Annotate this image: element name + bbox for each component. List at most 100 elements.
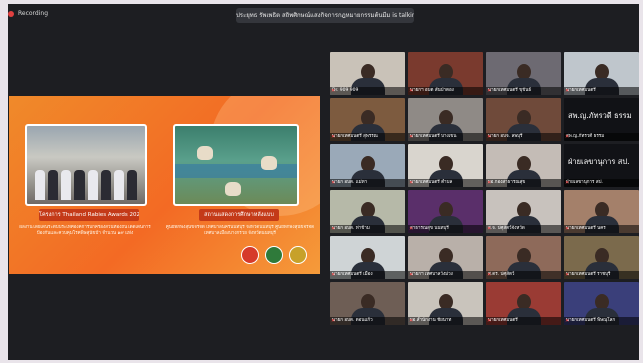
participant-tile[interactable]: สาธารณสุข นนทบุรี ✕	[408, 190, 483, 233]
participant-tile[interactable]: ส.จ. ปศุสัตว์จังหวัด ✕	[486, 190, 561, 233]
muted-mic-icon: ✕	[409, 180, 414, 186]
person-figure	[100, 170, 111, 200]
muted-mic-icon: ✕	[565, 180, 570, 186]
participant-tile[interactable]: สพ.ญ.ภัทรวดี ธรรม สพ.ญ.ภัทรวดี ธรรม ✕	[564, 98, 639, 141]
participant-name-label: นายก อบจ. ลพบุรี	[486, 133, 561, 141]
participant-tile[interactable]: ศ.ดร. ปศุสัตว์ ✕	[486, 236, 561, 279]
muted-mic-icon: ✕	[487, 318, 492, 324]
muted-mic-icon: ✕	[409, 318, 414, 324]
participant-tile[interactable]: นายก อบต. ดอนแก้ว ✕	[330, 282, 405, 325]
participant-name-label: นายกฯ เทศบาลวังม่วง	[408, 271, 483, 279]
dog-shelter-photo	[173, 124, 299, 206]
shelter-fence	[175, 164, 297, 178]
muted-mic-icon: ✕	[331, 180, 336, 186]
meeting-window: Recording ประยุทธ รัพเพธิต สถิพศิกษณ์แสง…	[8, 4, 639, 360]
people-group	[35, 166, 137, 200]
participant-name-label: นายกเทศมนตรี ราชบุรี	[564, 271, 639, 279]
participant-display-name: สพ.ญ.ภัทรวดี ธรรม	[568, 111, 632, 120]
participant-name-label: นายกเทศมนตรี	[486, 317, 561, 325]
muted-mic-icon: ✕	[487, 272, 492, 278]
participant-name-label: นายก อบต. ดอนแก้ว	[330, 317, 405, 325]
muted-mic-icon: ✕	[331, 272, 336, 278]
muted-mic-icon: ✕	[487, 180, 492, 186]
participant-tile[interactable]: นายกเทศมนตรี ตำบล ✕	[408, 144, 483, 187]
muted-mic-icon: ✕	[565, 226, 570, 232]
person-figure	[126, 170, 137, 200]
participant-display-name: ฝ่ายเลขานุการ สป.	[568, 157, 630, 166]
person-figure	[48, 170, 59, 200]
award-group-photo	[25, 124, 147, 206]
participant-tile[interactable]: ผอ.สำนักงาน ชัยนาท ✕	[408, 282, 483, 325]
participant-tile[interactable]: นายกเทศมนตรี เมือง ✕	[330, 236, 405, 279]
participant-name-label: นายกเทศมนตรี	[564, 87, 639, 95]
participant-tile[interactable]: นายกฯ อบต สันป่าตอง ✕	[408, 52, 483, 95]
recording-dot-icon	[8, 10, 14, 17]
shelter-description: ศูนย์พักพิงสุนัขจรจัด เทศบาลนครนนทบุรี จ…	[165, 225, 315, 236]
award-caption: โครงการ Thailand Rabies Awards 2021	[39, 209, 139, 221]
muted-mic-icon: ✕	[565, 88, 570, 94]
muted-mic-icon: ✕	[565, 134, 570, 140]
organization-logo-icon	[289, 246, 307, 264]
recording-label: Recording	[18, 10, 49, 17]
organization-logo-icon	[241, 246, 259, 264]
participant-name-label: นายก อบต. ท่าข้าม	[330, 225, 405, 233]
participant-name-label: นายกเทศมนตรี เมือง	[330, 271, 405, 279]
participant-tile[interactable]: นายกเทศมนตรี ขุขันธ์ ✕	[486, 52, 561, 95]
participant-name-label: สาธารณสุข นนทบุรี	[408, 225, 483, 233]
participant-tile[interactable]: Dr. 909 909 ✕	[330, 52, 405, 95]
person-figure	[74, 170, 85, 200]
muted-mic-icon: ✕	[409, 272, 414, 278]
active-speaker-banner: ประยุทธ รัพเพธิต สถิพศิกษณ์แสงกิจการกฎหม…	[236, 8, 414, 23]
participant-tile[interactable]: นายกเทศมนตรี บางเขน ✕	[408, 98, 483, 141]
organization-logo-icon	[265, 246, 283, 264]
muted-mic-icon: ✕	[331, 88, 336, 94]
shelter-caption: สถานแสดงการศึกษาหลังแบบ	[199, 209, 279, 221]
participant-tile[interactable]: นายกเทศมนตรี พิษณุโลก ✕	[564, 282, 639, 325]
participant-tile[interactable]: ผอ.กองสาธารณสุข ✕	[486, 144, 561, 187]
muted-mic-icon: ✕	[565, 272, 570, 278]
participant-name-label: สพ.ญ.ภัทรวดี ธรรม	[564, 133, 639, 141]
participant-name-label: นายกเทศมนตรี พิษณุโลก	[564, 317, 639, 325]
participant-name-label: นายกเทศมนตรี ขุขันธ์	[486, 87, 561, 95]
participant-tile[interactable]: นายกเทศมนตรี สุพรรณ ✕	[330, 98, 405, 141]
participant-name-label: นายกเทศมนตรี บางเขน	[408, 133, 483, 141]
participant-name-label: Dr. 909 909	[330, 87, 405, 95]
person-figure	[61, 170, 72, 200]
muted-mic-icon: ✕	[331, 134, 336, 140]
participant-name-label: ผอ.สำนักงาน ชัยนาท	[408, 317, 483, 325]
participant-tile[interactable]: นายก อบต. แม่ทา ✕	[330, 144, 405, 187]
participant-name-label: นายกเทศมนตรี นคร	[564, 225, 639, 233]
participant-name-label: ศ.ดร. ปศุสัตว์	[486, 271, 561, 279]
shared-screen: โครงการ Thailand Rabies Awards 2021 สถาน…	[9, 96, 320, 274]
participant-name-label: นายกเทศมนตรี ตำบล	[408, 179, 483, 187]
muted-mic-icon: ✕	[487, 226, 492, 232]
muted-mic-icon: ✕	[487, 134, 492, 140]
dog-figure	[225, 182, 241, 196]
recording-indicator: Recording	[8, 10, 48, 17]
muted-mic-icon: ✕	[331, 318, 336, 324]
participant-gallery: Dr. 909 909 ✕ นายกฯ อบต สันป่าตอง ✕ นายกเทศม…	[330, 52, 639, 325]
participant-name-label: ฝ่ายเลขานุการ สป.	[564, 179, 639, 187]
muted-mic-icon: ✕	[487, 88, 492, 94]
participant-tile[interactable]: นายกเทศมนตรี ✕	[486, 282, 561, 325]
participant-tile[interactable]: นายก อบต. ท่าข้าม ✕	[330, 190, 405, 233]
participant-tile[interactable]: ฝ่ายเลขานุการ สป. ฝ่ายเลขานุการ สป. ✕	[564, 144, 639, 187]
participant-tile[interactable]: นายกเทศมนตรี ✕	[564, 52, 639, 95]
participant-name-label: นายกเทศมนตรี สุพรรณ	[330, 133, 405, 141]
person-figure	[35, 170, 46, 200]
participant-tile[interactable]: นายกเทศมนตรี นคร ✕	[564, 190, 639, 233]
muted-mic-icon: ✕	[565, 318, 570, 324]
participant-tile[interactable]: นายกเทศมนตรี ราชบุรี ✕	[564, 236, 639, 279]
muted-mic-icon: ✕	[409, 226, 414, 232]
person-figure	[113, 170, 124, 200]
participant-tile[interactable]: นายก อบจ. ลพบุรี ✕	[486, 98, 561, 141]
muted-mic-icon: ✕	[409, 88, 414, 94]
dog-figure	[197, 146, 213, 160]
participant-tile[interactable]: นายกฯ เทศบาลวังม่วง ✕	[408, 236, 483, 279]
organization-logos	[241, 246, 307, 264]
dog-figure	[261, 156, 277, 170]
person-figure	[87, 170, 98, 200]
participant-name-label: ผอ.กองสาธารณสุข	[486, 179, 561, 187]
participant-name-label: นายก อบต. แม่ทา	[330, 179, 405, 187]
participant-name-label: นายกฯ อบต สันป่าตอง	[408, 87, 483, 95]
